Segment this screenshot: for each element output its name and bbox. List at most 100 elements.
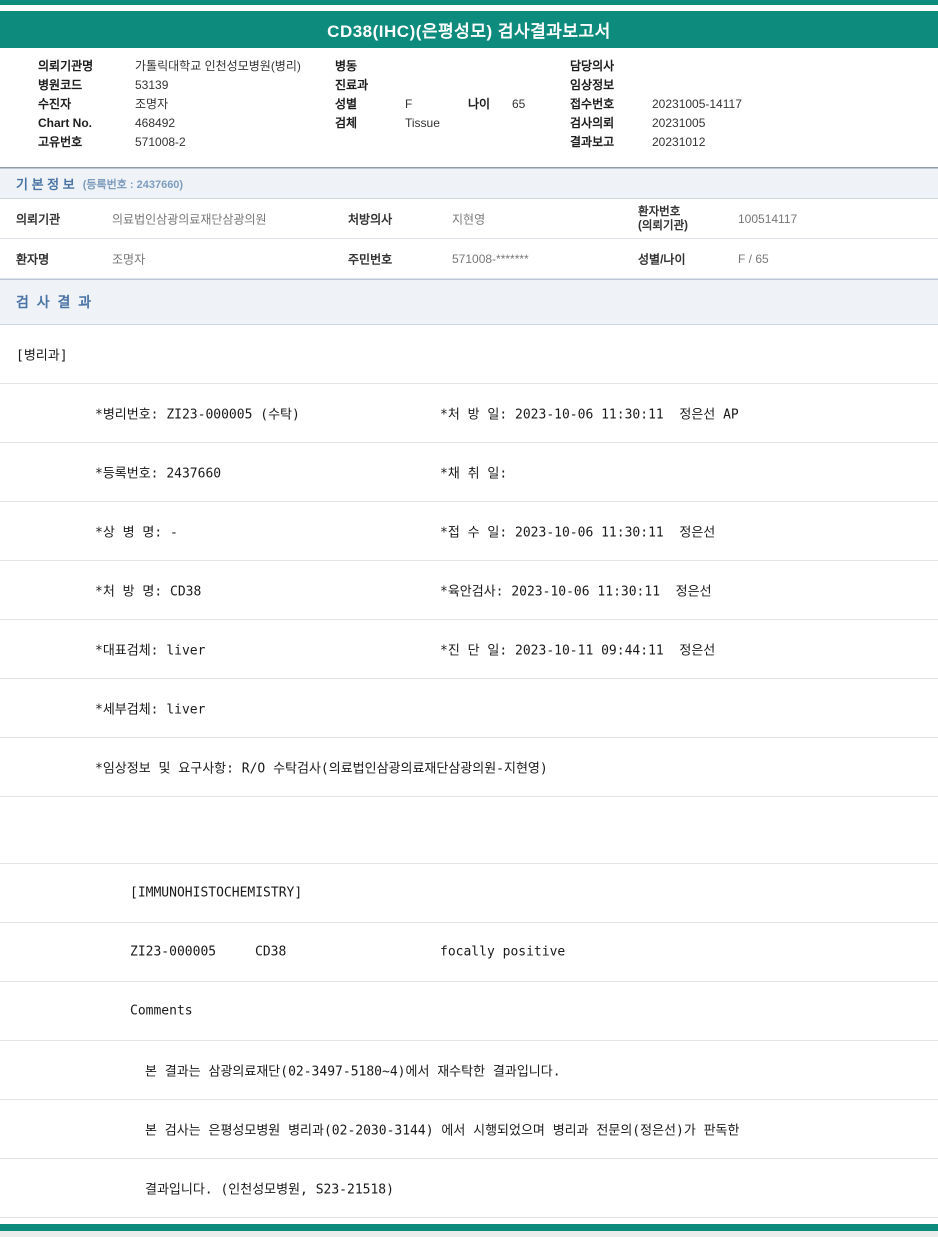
patient-header-field: 고유번호 571008-2 [38,133,301,152]
patient-header-field: 병동 [335,57,525,76]
section-title: 기 본 정 보 [16,177,75,192]
result-row: *대표검체: liver *진 단 일: 2023-10-11 09:44:11… [0,620,938,679]
patient-header-field: 성별 F 나이 65 [335,95,525,114]
result-left-text: *상 병 명: - [95,525,178,541]
info-value: F / 65 [738,251,769,266]
department-row: [병리과] [0,325,938,384]
field-value: 65 [512,97,526,111]
field-value: 571008-2 [135,135,186,149]
info-label: 성별/나이 [638,252,686,266]
comment-row: 결과입니다. (인천성모병원, S23-21518) [0,1159,938,1218]
result-row: *임상정보 및 요구사항: R/O 수탁검사(의료법인삼광의료재단삼광의원-지현… [0,738,938,797]
result-row: *상 병 명: - *접 수 일: 2023-10-06 11:30:11 정은… [0,502,938,561]
ihc-header-row: [IMMUNOHISTOCHEMISTRY] [0,864,938,923]
field-label: 임상정보 [570,78,615,92]
field-value: Tissue [405,116,440,130]
info-label: 처방의사 [348,212,393,226]
patient-header-field: Chart No. 468492 [38,114,301,133]
result-right-text: *채 취 일: [440,466,508,482]
info-value: 571008-******* [452,251,529,266]
field-label: 의뢰기관명 [38,59,94,73]
ihc-result-row: ZI23-000005 CD38 focally positive [0,923,938,982]
field-value: 20231005 [652,116,706,130]
field-label: 병동 [335,59,358,73]
field-label: 검체 [335,116,358,130]
info-value: 100514117 [738,211,798,226]
info-value: 의료법인삼광의료재단삼광의원 [112,212,267,226]
basic-info-section-header: 기 본 정 보 (등록번호 : 2437660) [0,168,938,199]
comment-line: 결과입니다. (인천성모병원, S23-21518) [145,1182,394,1198]
info-value: 조명자 [112,252,146,266]
result-left-text: *처 방 명: CD38 [95,584,202,600]
report-page: CD38(IHC)(은평성모) 검사결과보고서 의뢰기관명 가톨릭대학교 인천성모… [0,0,938,1237]
result-left-text: *대표검체: liver [95,643,206,659]
info-label: 의뢰기관 [16,212,61,226]
basic-info-row: 의뢰기관 의료법인삼광의료재단삼광의원 처방의사 지현영 환자번호 (의뢰기관) … [0,199,938,239]
field-label: 병원코드 [38,78,83,92]
patient-header-field: 담당의사 [570,57,742,76]
ihc-test-name: CD38 [255,944,287,960]
result-row-empty [0,797,938,864]
comments-label: Comments [130,1003,193,1019]
patient-header-field: 진료과 [335,76,525,95]
report-title: CD38(IHC)(은평성모) 검사결과보고서 [327,22,611,41]
section-subtitle: (등록번호 : 2437660) [82,178,184,191]
info-label-line2: (의뢰기관) [638,219,688,232]
field-value: 20231005-14117 [652,97,742,111]
comment-line: 본 검사는 은평성모병원 병리과(02-2030-3144) 에서 시행되었으며… [145,1123,740,1139]
result-right-text: *진 단 일: 2023-10-11 09:44:11 정은선 [440,643,716,659]
comments-header-row: Comments [0,982,938,1041]
field-value: 53139 [135,78,169,92]
field-value: 468492 [135,116,176,130]
result-left-text: *병리번호: ZI23-000005 (수탁) [95,407,300,423]
field-label: 결과보고 [570,135,615,149]
patient-header-left-column: 의뢰기관명 가톨릭대학교 인천성모병원(병리) 병원코드 53139 수진자 조명자 … [38,57,301,152]
field-label: 나이 [468,97,491,111]
info-label-line1: 환자번호 [638,205,681,218]
info-label: 환자번호 (의뢰기관) [638,205,688,233]
info-label: 환자명 [16,252,50,266]
result-left-text: *임상정보 및 요구사항: R/O 수탁검사(의료법인삼광의료재단삼광의원-지현… [95,761,548,777]
result-row: *처 방 명: CD38 *육안검사: 2023-10-06 11:30:11 … [0,561,938,620]
field-label: 진료과 [335,78,369,92]
result-right-text: *육안검사: 2023-10-06 11:30:11 정은선 [440,584,712,600]
ihc-result: focally positive [440,944,566,960]
comment-line: 본 결과는 삼광의료재단(02-3497-5180~4)에서 재수탁한 결과입니… [145,1064,561,1080]
patient-header-field: 수진자 조명자 [38,95,301,114]
bottom-accent-bar [0,1224,938,1231]
comment-row: 본 검사는 은평성모병원 병리과(02-2030-3144) 에서 시행되었으며… [0,1100,938,1159]
field-label: 고유번호 [38,135,83,149]
report-title-bar: CD38(IHC)(은평성모) 검사결과보고서 [0,11,938,48]
patient-header-field: 임상정보 [570,76,742,95]
basic-info-row: 환자명 조명자 주민번호 571008-******* 성별/나이 F / 65 [0,239,938,279]
result-left-text: *세부검체: liver [95,702,206,718]
patient-header-field: 접수번호 20231005-14117 [570,95,742,114]
result-row: *병리번호: ZI23-000005 (수탁) *처 방 일: 2023-10-… [0,384,938,443]
field-label: 검사의뢰 [570,116,615,130]
result-left-text: *등록번호: 2437660 [95,466,222,482]
ihc-header: [IMMUNOHISTOCHEMISTRY] [130,885,303,901]
section-title: 검 사 결 과 [16,294,94,310]
patient-header-right-column: 담당의사 임상정보 접수번호 20231005-14117 검사의뢰 2023100… [570,57,742,152]
department-label: [병리과] [16,348,68,364]
field-value: 조명자 [135,97,169,111]
field-value: F [405,97,413,111]
patient-header: 의뢰기관명 가톨릭대학교 인천성모병원(병리) 병원코드 53139 수진자 조명자 … [0,48,938,168]
result-right-text: *처 방 일: 2023-10-06 11:30:11 정은선 AP [440,407,739,423]
field-label: 수진자 [38,97,72,111]
patient-header-field: 검사의뢰 20231005 [570,114,742,133]
patient-header-field: 검체 Tissue [335,114,525,133]
ihc-specimen-no: ZI23-000005 [130,944,217,960]
patient-header-field: 의뢰기관명 가톨릭대학교 인천성모병원(병리) [38,57,301,76]
result-row: *세부검체: liver [0,679,938,738]
field-label: 성별 [335,97,358,111]
patient-header-field: 결과보고 20231012 [570,133,742,152]
field-value: 20231012 [652,135,706,149]
patient-header-middle-column: 병동 진료과 성별 F 나이 65 검체 Tissue [335,57,525,133]
patient-header-field: 병원코드 53139 [38,76,301,95]
field-value: 가톨릭대학교 인천성모병원(병리) [135,59,301,73]
info-value: 지현영 [452,212,486,226]
result-right-text: *접 수 일: 2023-10-06 11:30:11 정은선 [440,525,716,541]
field-label: 담당의사 [570,59,615,73]
field-label: 접수번호 [570,97,615,111]
